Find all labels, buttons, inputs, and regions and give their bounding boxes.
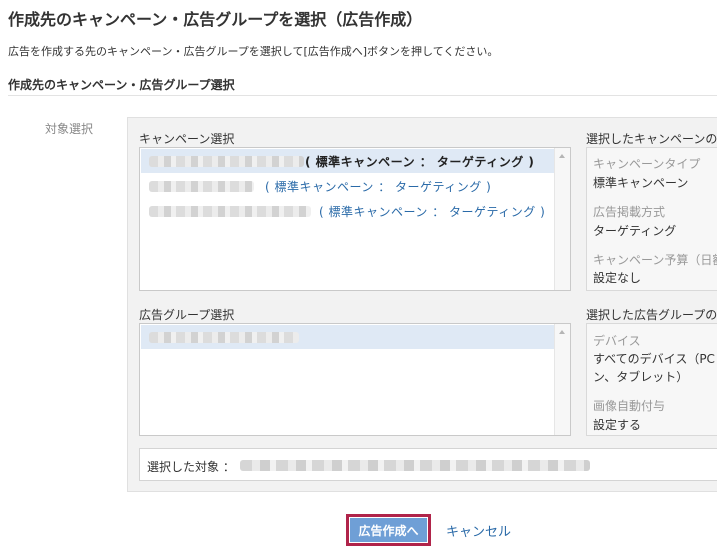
budget-label: キャンペーン予算（日額	[593, 253, 717, 267]
adgroup-name-redacted	[149, 332, 299, 343]
page-title: 作成先のキャンペーン・広告グループを選択（広告作成）	[8, 10, 423, 29]
campaign-name-redacted	[149, 206, 311, 217]
campaign-details-header: 選択したキャンペーンの	[586, 132, 717, 146]
campaign-type-text: ( 標準キャンペーン ： ターゲティング )	[305, 155, 535, 169]
device-value-line1: すべてのデバイス（PC	[593, 352, 715, 366]
campaign-list-scrollbar[interactable]	[554, 148, 570, 290]
campaign-listbox[interactable]: ( 標準キャンペーン ： ターゲティング ) ( 標準キャンペーン ： ターゲテ…	[139, 147, 571, 291]
campaign-details-box: キャンペーンタイプ 標準キャンペーン 広告掲載方式 ターゲティング キャンペーン…	[586, 147, 717, 291]
campaign-list-item[interactable]: ( 標準キャンペーン ： ターゲティング )	[141, 149, 555, 173]
campaign-name-redacted	[149, 156, 304, 167]
device-value-line2: ン、タブレット）	[593, 370, 689, 384]
ad-delivery-value: ターゲティング	[593, 224, 677, 238]
selected-target-box: 選択した対象 ：	[139, 448, 717, 481]
adgroup-list-scrollbar[interactable]	[554, 324, 570, 435]
campaign-list-item[interactable]: ( 標準キャンペーン ： ターゲティング )	[141, 174, 555, 198]
page-description: 広告を作成する先のキャンペーン・広告グループを選択して[広告作成へ]ボタンを押し…	[8, 45, 499, 58]
image-auto-label: 画像自動付与	[593, 399, 666, 413]
adgroup-details-header: 選択した広告グループの	[586, 308, 717, 322]
adgroup-listbox[interactable]	[139, 323, 571, 436]
scroll-up-arrow-icon[interactable]	[559, 154, 565, 158]
create-ad-button-label: 広告作成へ	[349, 517, 428, 543]
device-label: デバイス	[593, 334, 641, 348]
ad-delivery-label: 広告掲載方式	[593, 205, 666, 219]
budget-value: 設定なし	[593, 271, 642, 285]
campaign-name-redacted	[149, 181, 254, 192]
campaign-type-label: キャンペーンタイプ	[593, 157, 701, 171]
section-divider	[8, 95, 717, 96]
selected-target-value-redacted	[240, 460, 590, 471]
scroll-up-arrow-icon[interactable]	[559, 330, 565, 334]
section-heading: 作成先のキャンペーン・広告グループ選択	[8, 78, 235, 92]
image-auto-value: 設定する	[593, 418, 642, 432]
target-select-label: 対象選択	[45, 122, 94, 136]
campaign-list-item[interactable]: ( 標準キャンペーン ： ターゲティング )	[141, 199, 555, 223]
cancel-link[interactable]: キャンセル	[446, 521, 511, 540]
selected-target-label: 選択した対象 ：	[147, 460, 235, 474]
campaign-type-value: 標準キャンペーン	[593, 176, 689, 190]
adgroup-details-box: デバイス すべてのデバイス（PC ン、タブレット） 画像自動付与 設定する	[586, 323, 717, 436]
campaign-type-text: ( 標準キャンペーン ： ターゲティング )	[265, 180, 492, 194]
adgroup-select-label: 広告グループ選択	[139, 308, 235, 322]
campaign-select-label: キャンペーン選択	[139, 132, 235, 146]
create-ad-button[interactable]: 広告作成へ	[346, 514, 431, 546]
campaign-type-text: ( 標準キャンペーン ： ターゲティング )	[319, 205, 546, 219]
adgroup-list-item[interactable]	[141, 325, 555, 349]
